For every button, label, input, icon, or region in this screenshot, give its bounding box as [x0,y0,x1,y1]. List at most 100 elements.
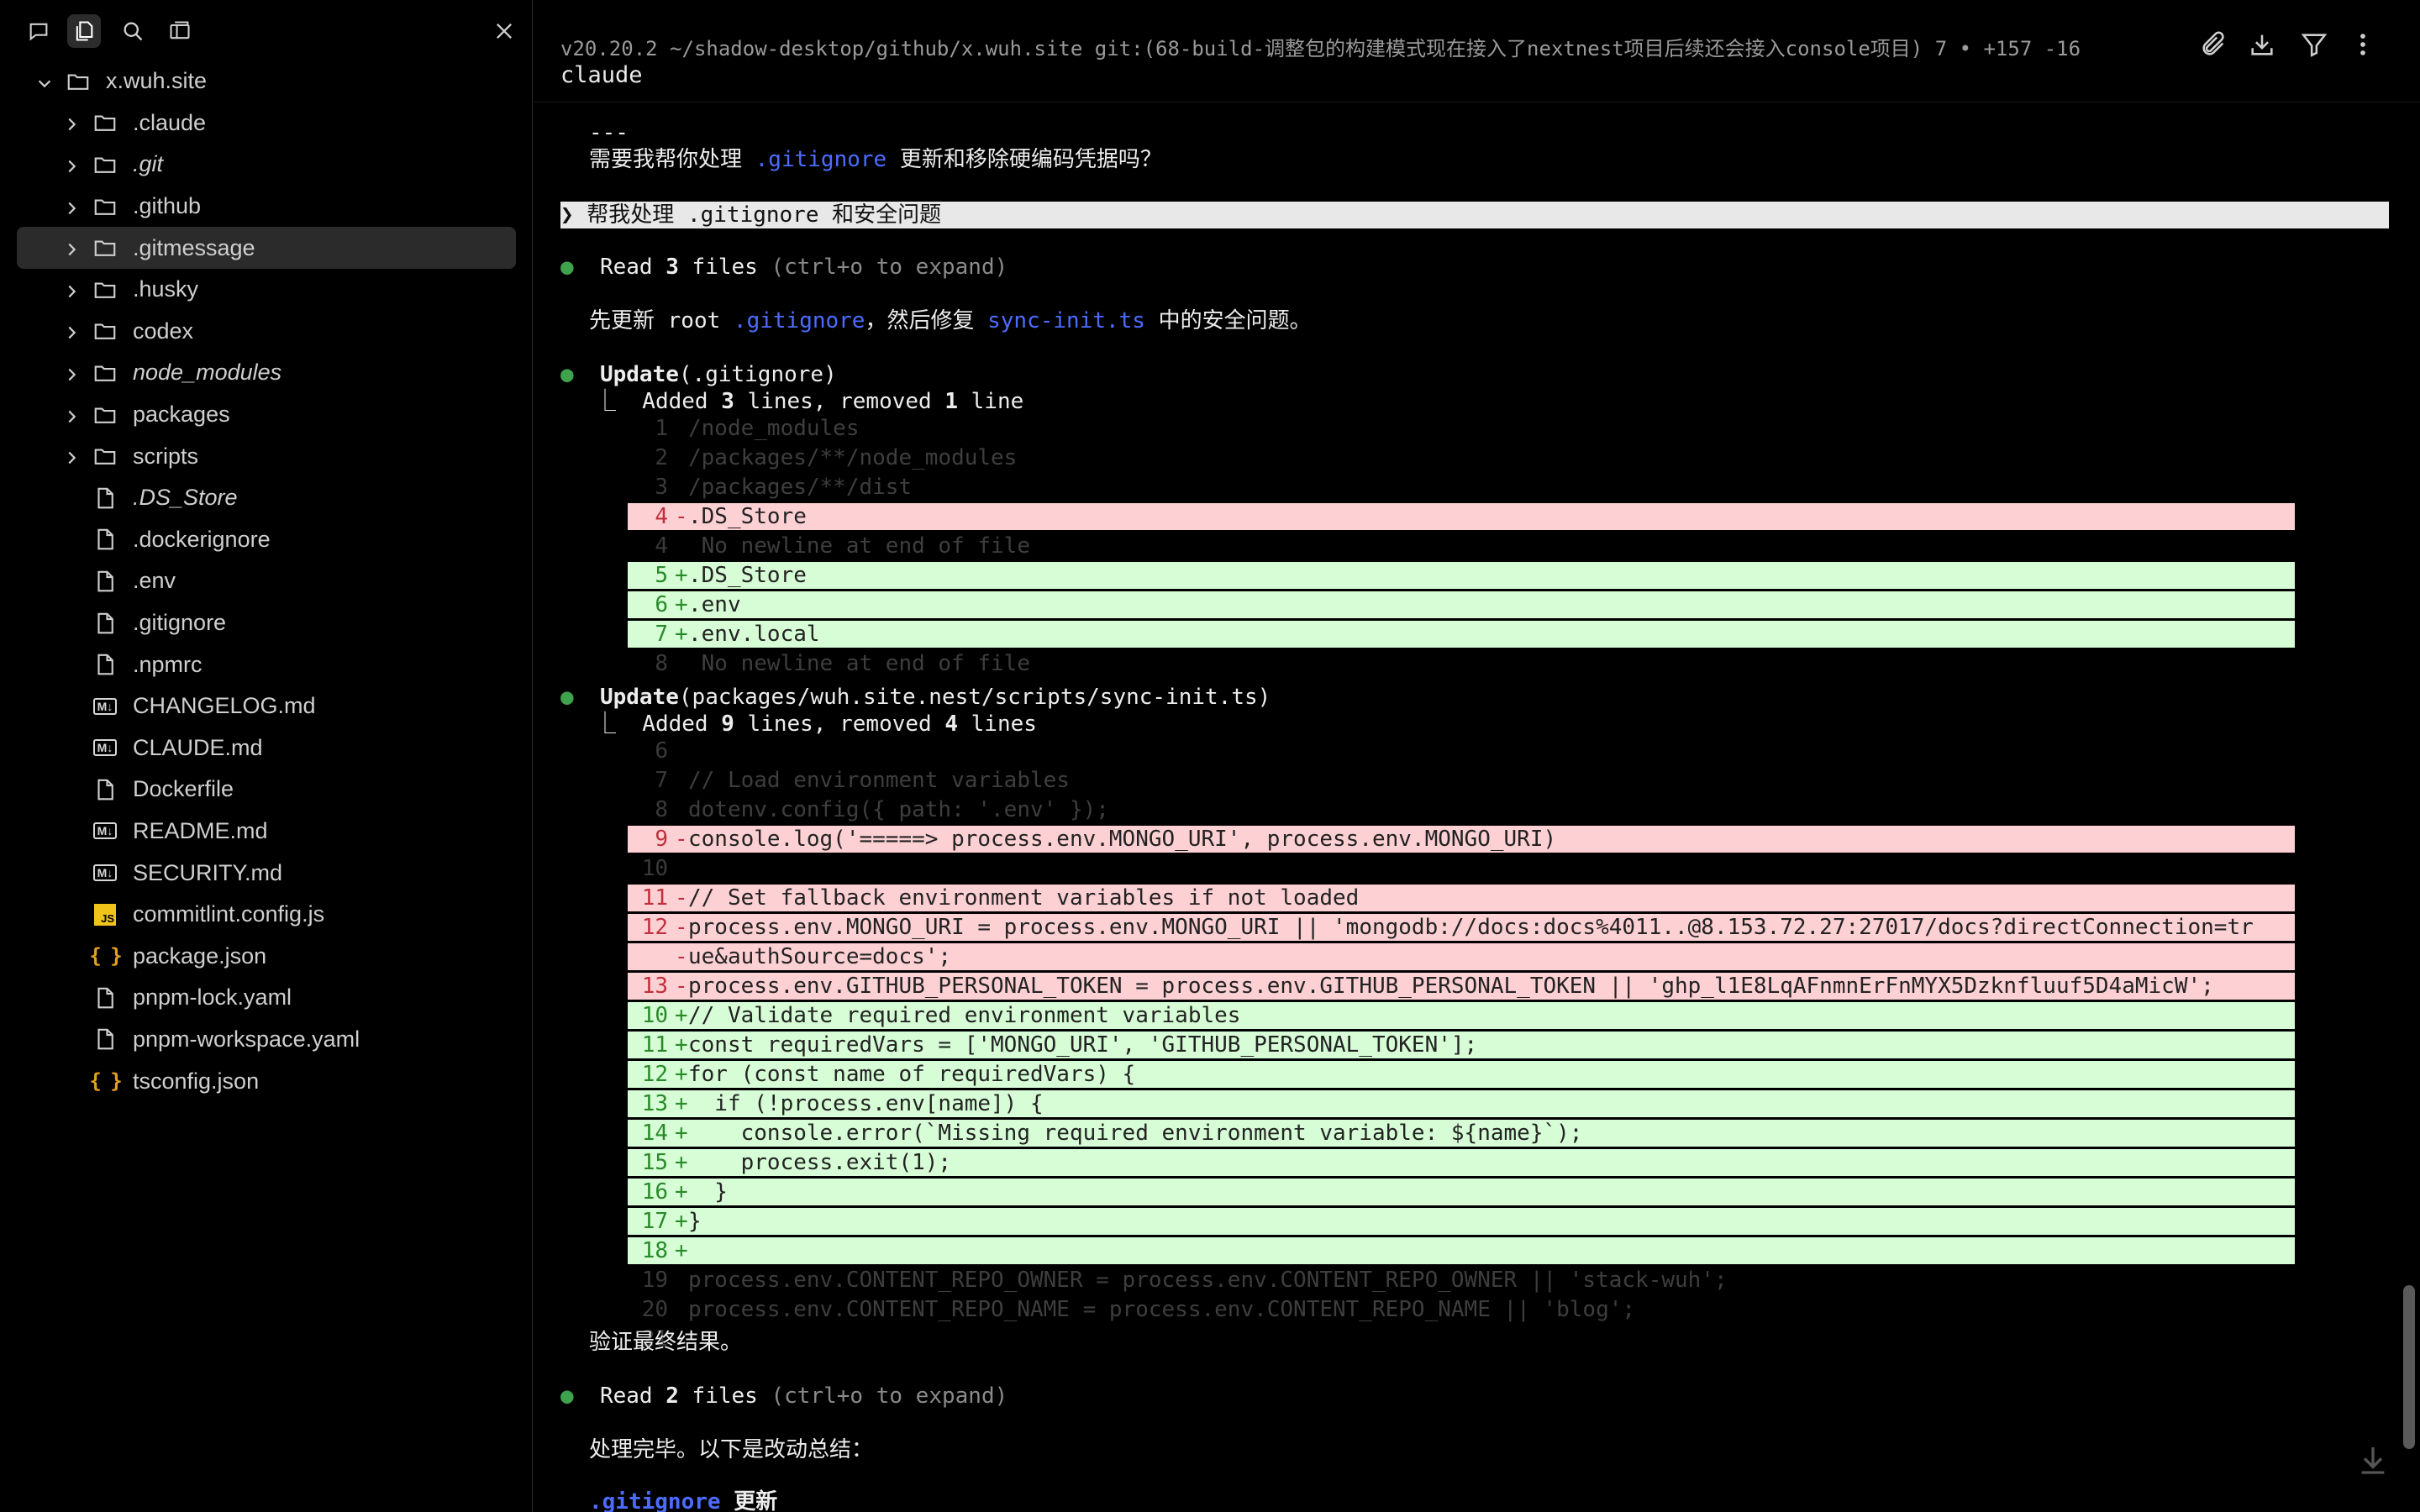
diff-code: /packages/**/node_modules [688,445,1018,470]
diff-added-line: 11 +const requiredVars = ['MONGO_URI', 'G… [628,1032,2295,1058]
chevron-down-icon [35,72,54,91]
line-number: 13 [641,974,668,999]
diff-marker: + [675,1121,688,1146]
arrow-down-icon [2361,1447,2385,1474]
read-files-1: ● Read 3 files (ctrl+o to expand) [560,255,1008,280]
separator-dashes: --- [589,120,629,145]
file-icon [92,652,118,677]
close-sidebar-button[interactable] [487,14,521,48]
diff-context-line: 1 /node_modules [628,415,2295,442]
tree-item[interactable]: .dockerignore [0,519,533,561]
chat-icon [29,23,48,41]
tree-item-label: .gitignore [133,610,227,636]
chat-button[interactable] [22,14,55,48]
diff-context-line: 2 /packages/**/node_modules [628,444,2295,471]
diff-marker: + [675,1032,688,1058]
tree-item[interactable]: M↓ CHANGELOG.md [0,685,533,727]
line-number: 7 [655,622,668,647]
tree-item[interactable]: packages [0,394,533,436]
tree-item[interactable]: .github [0,186,533,228]
diff-code: /node_modules [688,416,860,441]
scroll-to-bottom-button[interactable] [2356,1443,2390,1477]
paperclip-icon [2202,31,2224,55]
line-number: 11 [641,885,668,911]
diff-code: /packages/**/dist [688,475,913,500]
tree-item[interactable]: .DS_Store [0,477,533,519]
file-icon [92,777,118,802]
tree-item[interactable]: Dockerfile [0,769,533,811]
tree-item[interactable]: node_modules [0,352,533,394]
diff-context-line: 8 No newline at end of file [628,650,2295,677]
download-button[interactable] [2248,30,2276,59]
diff-context-line: 3 /packages/**/dist [628,474,2295,501]
tree-item[interactable]: .gitignore [0,602,533,644]
terminal-scrollbar[interactable] [2403,1285,2415,1449]
line-number: 20 [641,1297,668,1322]
search-button[interactable] [116,14,150,48]
tree-item[interactable]: .npmrc [0,643,533,685]
tree-item-label: .env [133,568,176,594]
tree-item[interactable]: scripts [0,435,533,477]
diff-marker: - [675,827,688,852]
more-options-button[interactable] [2349,30,2377,59]
tree-item[interactable]: JS commitlint.config.js [0,894,533,936]
diff-marker [675,796,688,823]
tree-item[interactable]: .claude [0,102,533,144]
diff-marker: + [675,1150,688,1175]
tree-root-folder[interactable]: x.wuh.site [0,60,533,102]
diff-code: No newline at end of file [688,533,1030,559]
diff-code: No newline at end of file [688,651,1030,676]
tree-item[interactable]: .gitmessage [17,227,516,269]
tree-item[interactable]: .env [0,560,533,602]
diff-context-line: 7 // Load environment variables [628,767,2295,794]
diff-code: .DS_Store [688,504,807,529]
status-dot: ● [560,362,574,387]
line-number: 4 [655,533,668,559]
panels-button[interactable] [163,14,197,48]
tree-item[interactable]: M↓ README.md [0,811,533,853]
line-number: 12 [641,1062,668,1087]
tree-item[interactable]: pnpm-lock.yaml [0,977,533,1019]
line-number: 15 [641,1150,668,1175]
folder-icon [92,360,118,386]
line-number: 13 [641,1091,668,1116]
diff-code: const requiredVars = ['MONGO_URI', 'GITH… [688,1032,1478,1058]
tree-item[interactable]: codex [0,311,533,353]
diff-added-line: 14 + console.error(`Missing required envi… [628,1120,2295,1147]
tree-item-label: tsconfig.json [133,1068,260,1094]
tree-item[interactable]: { } package.json [0,935,533,977]
files-button[interactable] [67,14,101,48]
status-dot: ● [560,255,574,280]
tree-item[interactable]: M↓ CLAUDE.md [0,727,533,769]
tree-item-label: node_modules [133,360,282,386]
chevron-right-icon [62,322,81,340]
markdown-icon: M↓ [92,860,118,885]
diff-marker: + [675,563,688,588]
folder-icon [92,194,118,219]
panels-icon [170,21,190,39]
update-sync-init-summary: ⎿ Added 9 lines, removed 4 lines [594,711,1037,737]
tree-item[interactable]: pnpm-workspace.yaml [0,1019,533,1061]
tree-item[interactable]: .git [0,144,533,186]
line-number: 5 [655,563,668,588]
line-number: 12 [641,915,668,940]
terminal-panel[interactable]: v20.20.2 ~/shadow-desktop/github/x.wuh.s… [534,0,2420,1512]
tree-item-label: .git [133,151,164,177]
filter-button[interactable] [2300,30,2328,59]
tree-item[interactable]: .husky [0,269,533,311]
diff-context-line: 8 dotenv.config({ path: '.env' }); [628,796,2295,823]
filter-icon [2301,34,2328,57]
assistant-plan: 先更新 root .gitignore，然后修复 sync-init.ts 中的… [589,308,1312,333]
diff-added-line: 5 +.DS_Store [628,562,2295,589]
chevron-right-icon [62,447,81,465]
attach-button[interactable] [2199,30,2228,59]
terminal-output: --- 需要我帮你处理 .gitignore 更新和移除硬编码凭据吗？ ❯ 帮我… [534,102,2420,1512]
diff-marker: + [675,1209,688,1234]
diff-context-line: 6 [628,738,2295,764]
tree-item[interactable]: { } tsconfig.json [0,1060,533,1102]
tree-item[interactable]: M↓ SECURITY.md [0,852,533,894]
diff-code: for (const name of requiredVars) { [688,1062,1136,1087]
line-number: 1 [655,416,668,441]
terminal-header: v20.20.2 ~/shadow-desktop/github/x.wuh.s… [534,0,2420,102]
json-icon: { } [89,944,122,969]
